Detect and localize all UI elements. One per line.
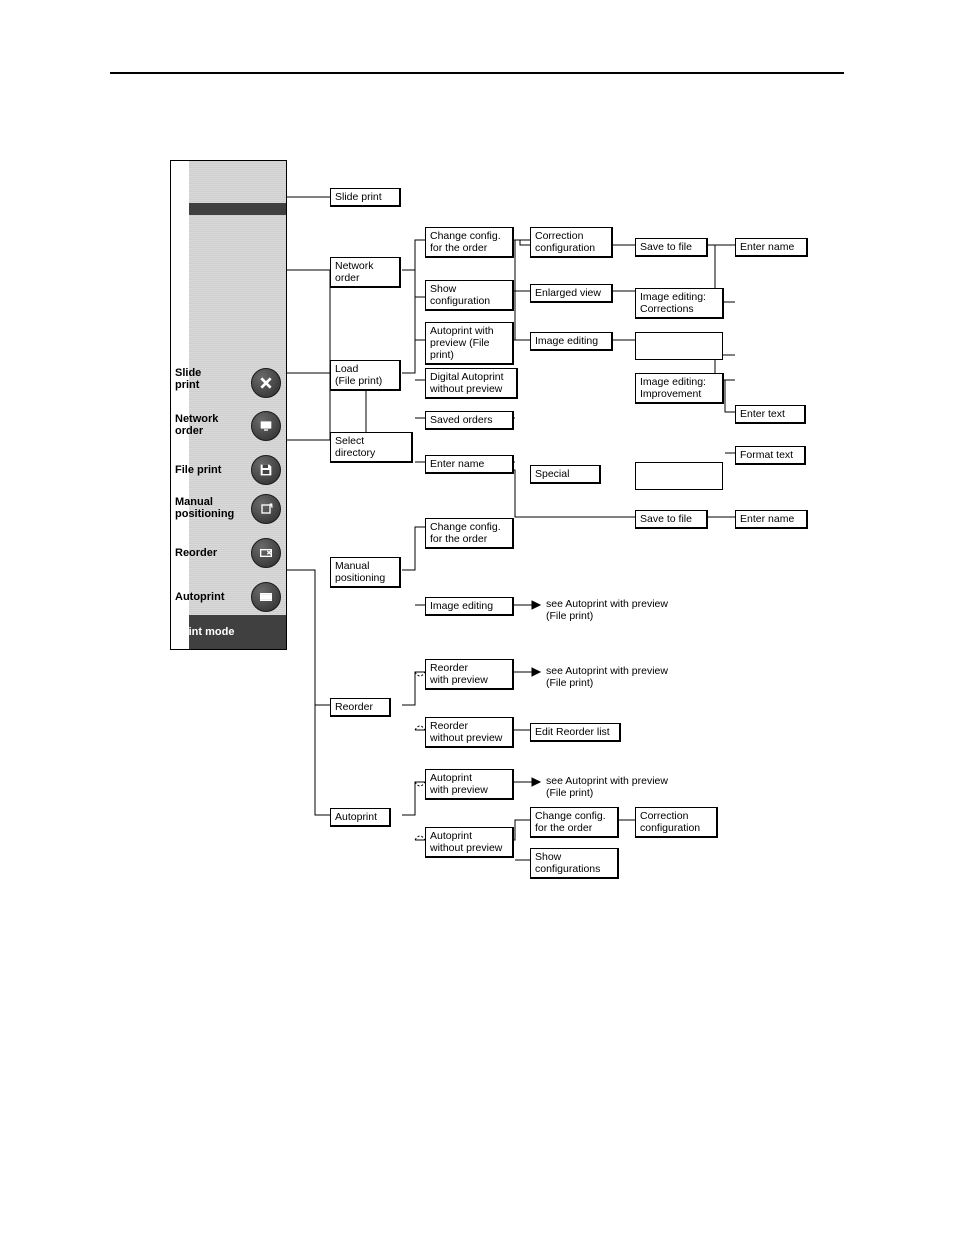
box-enter-name-2: Enter name xyxy=(735,510,808,529)
monitor-icon[interactable] xyxy=(251,411,281,441)
box-save-to-file-1: Save to file xyxy=(635,238,708,257)
sidebar-label-file-print: File print xyxy=(175,464,221,476)
box-image-editing-2: Image editing xyxy=(425,597,514,616)
box-load-file-print: Load(File print) xyxy=(330,360,401,391)
annot-see-autoprint-3: see Autoprint with preview(File print) xyxy=(546,775,668,799)
box-correction-configuration: Correctionconfiguration xyxy=(530,227,613,258)
box-manual-positioning: Manualpositioning xyxy=(330,557,401,588)
box-enter-name-1: Enter name xyxy=(425,455,514,474)
sidebar-label-reorder: Reorder xyxy=(175,547,217,559)
box-image-editing-corrections: Image editing:Corrections xyxy=(635,288,724,319)
frame-x-icon[interactable] xyxy=(251,538,281,568)
rotate-icon[interactable] xyxy=(251,494,281,524)
box-reorder-with-preview: Reorderwith preview xyxy=(425,659,514,690)
box-network-order: Networkorder xyxy=(330,257,401,288)
box-change-config-1: Change config.for the order xyxy=(425,227,514,258)
filmstrip-icon[interactable] xyxy=(251,582,281,612)
x-icon[interactable] xyxy=(251,368,281,398)
box-change-config-3: Change config.for the order xyxy=(530,807,619,838)
sidebar-label-network-order: Networkorder xyxy=(175,413,218,437)
box-format-text: Format text xyxy=(735,446,806,465)
box-slide-print: Slide print xyxy=(330,188,401,207)
box-show-configurations: Showconfigurations xyxy=(530,848,619,879)
box-blank-2 xyxy=(635,462,723,490)
sidebar-label-manual-positioning: Manualpositioning xyxy=(175,496,234,520)
box-autoprint-preview-fp: Autoprint withpreview (Fileprint) xyxy=(425,322,514,365)
diagram: Slideprint Networkorder File print Manua… xyxy=(170,160,850,900)
box-enlarged-view: Enlarged view xyxy=(530,284,613,303)
floppy-icon[interactable] xyxy=(251,455,281,485)
box-blank-1 xyxy=(635,332,723,360)
box-correction-configuration-2: Correctionconfiguration xyxy=(635,807,718,838)
box-show-configuration: Showconfiguration xyxy=(425,280,514,311)
box-enter-name-top: Enter name xyxy=(735,238,808,257)
sidebar-label-slide-print: Slideprint xyxy=(175,367,201,391)
box-reorder-without-preview: Reorderwithout preview xyxy=(425,717,514,748)
sidebar-print-mode: Slideprint Networkorder File print Manua… xyxy=(170,160,287,650)
box-image-editing: Image editing xyxy=(530,332,613,351)
box-image-editing-improvement: Image editing:Improvement xyxy=(635,373,724,404)
box-reorder: Reorder xyxy=(330,698,391,717)
box-digital-autoprint-no-preview: Digital Autoprintwithout preview xyxy=(425,368,518,399)
annot-see-autoprint-2: see Autoprint with preview(File print) xyxy=(546,665,668,689)
box-autoprint-with-preview: Autoprintwith preview xyxy=(425,769,514,800)
box-saved-orders: Saved orders xyxy=(425,411,514,430)
sidebar-label-autoprint: Autoprint xyxy=(175,591,224,603)
sidebar-top-bar xyxy=(189,203,286,215)
page: Slideprint Networkorder File print Manua… xyxy=(0,0,954,1235)
box-enter-text: Enter text xyxy=(735,405,806,424)
sidebar-texture xyxy=(189,161,286,649)
box-edit-reorder-list: Edit Reorder list xyxy=(530,723,621,742)
box-autoprint-without-preview: Autoprintwithout preview xyxy=(425,827,514,858)
top-divider xyxy=(110,72,844,74)
box-change-config-2: Change config.for the order xyxy=(425,518,514,549)
box-autoprint: Autoprint xyxy=(330,808,391,827)
box-special: Special xyxy=(530,465,601,484)
annot-see-autoprint-1: see Autoprint with preview(File print) xyxy=(546,598,668,622)
box-select-directory: Select directory xyxy=(330,432,413,463)
sidebar-bottom-label: Print mode xyxy=(177,626,234,638)
box-save-to-file-2: Save to file xyxy=(635,510,708,529)
